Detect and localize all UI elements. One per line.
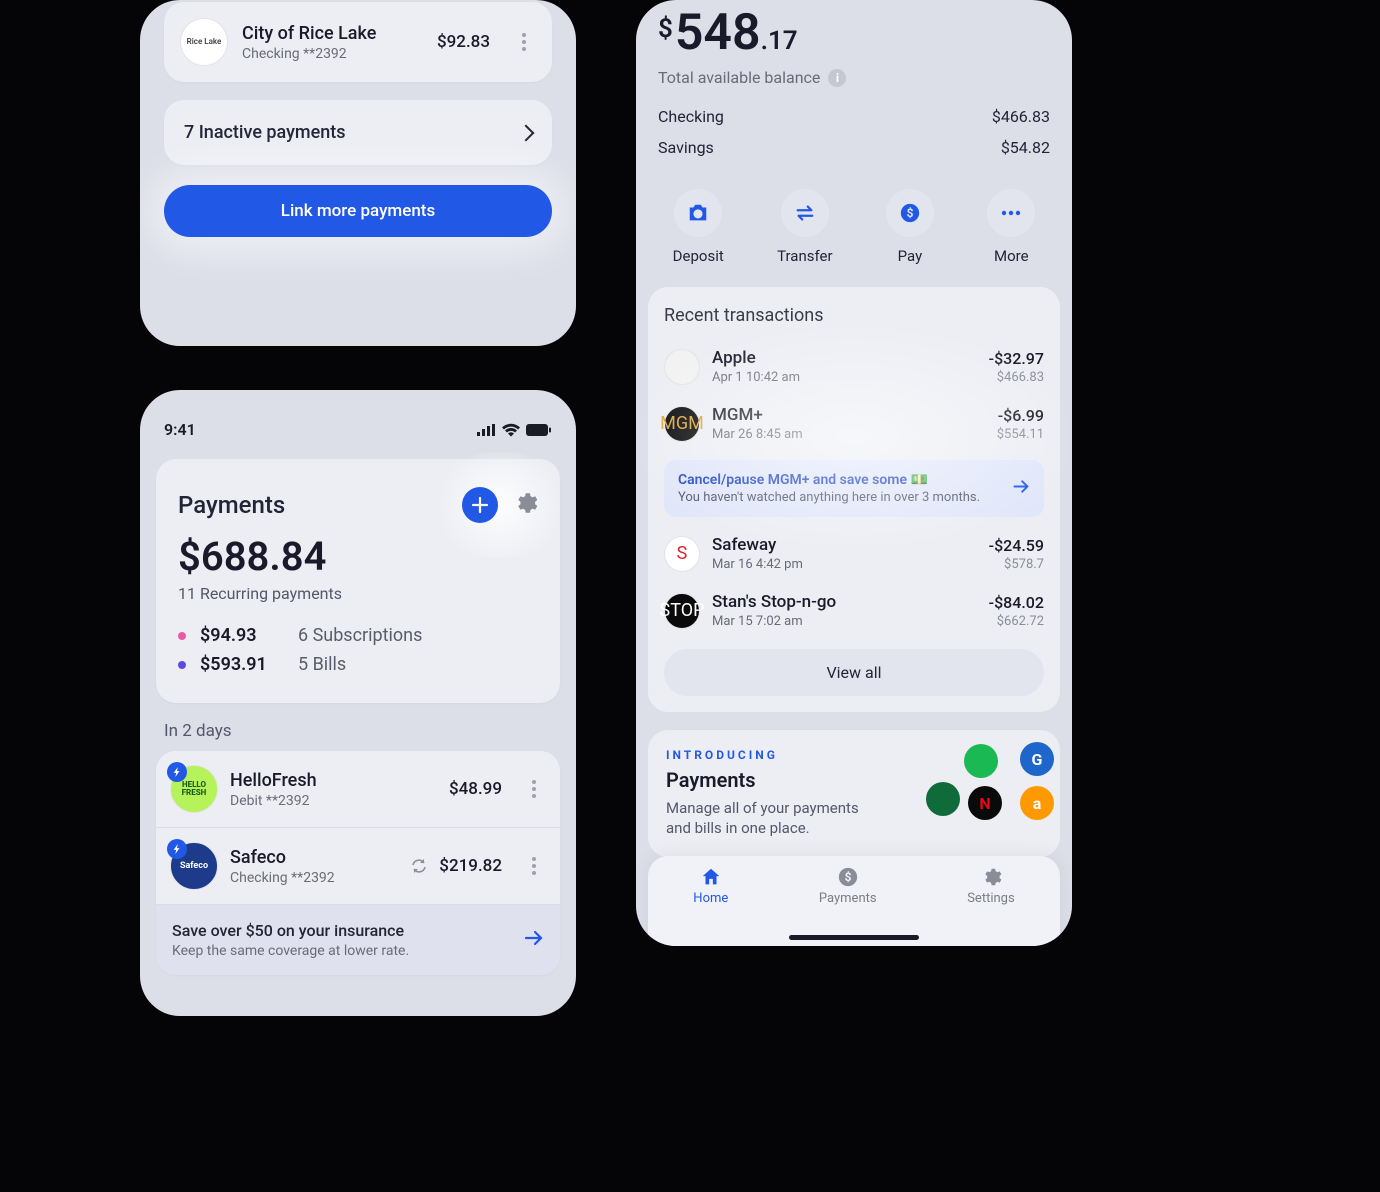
starbucks-icon: [926, 782, 960, 816]
more-icon[interactable]: [512, 33, 536, 51]
phone-payments-top: 9:41 Payments $688.84: [140, 390, 576, 1016]
tab-settings[interactable]: Settings: [967, 866, 1014, 906]
status-time: 9:41: [164, 420, 196, 439]
gear-icon: [512, 490, 538, 516]
spotify-icon: [964, 744, 998, 778]
geico-icon: G: [1020, 742, 1054, 776]
payment-row-hellofresh[interactable]: HELLO FRESH HelloFresh Debit **2392 $48.…: [156, 751, 560, 828]
payment-amount: $48.99: [449, 779, 502, 799]
merchant-sub: Checking **2392: [242, 46, 423, 62]
merchant-avatar: STOP: [664, 593, 700, 629]
inactive-payments-label: 7 Inactive payments: [184, 122, 346, 143]
quick-actions: Deposit Transfer $ Pay More: [636, 163, 1072, 287]
pay-icon: $: [837, 866, 859, 888]
breakdown-bills: $593.91 5 Bills: [178, 654, 538, 675]
bill-row-city-of-rice-lake[interactable]: Rice Lake City of Rice Lake Checking **2…: [164, 2, 552, 82]
payments-promo-card[interactable]: INTRODUCING Payments Manage all of your …: [648, 730, 1060, 857]
upcoming-payments-list: HELLO FRESH HelloFresh Debit **2392 $48.…: [156, 751, 560, 975]
settings-button[interactable]: [512, 490, 538, 520]
bill-amount: $92.83: [437, 32, 490, 52]
action-more[interactable]: More: [987, 189, 1035, 265]
tab-bar: Home $ Payments Settings: [648, 856, 1060, 946]
bolt-badge-icon: [167, 762, 187, 782]
merchant-avatar: HELLO FRESH: [170, 765, 218, 813]
dot-icon: [178, 632, 186, 640]
merchant-name: Safeco: [230, 847, 399, 868]
payment-row-safeco[interactable]: Safeco Safeco Checking **2392 $219.82: [156, 828, 560, 905]
promo-sub: Manage all of your payments and bills in…: [666, 798, 876, 839]
action-deposit[interactable]: Deposit: [673, 189, 724, 265]
recent-transactions-title: Recent transactions: [664, 305, 1044, 326]
add-payment-button[interactable]: [462, 487, 498, 523]
battery-icon: [526, 423, 552, 437]
recent-transactions-card: Recent transactions Apple Apr 1 10:42 am…: [648, 287, 1060, 712]
bolt-badge-icon: [167, 839, 187, 859]
merchant-name: City of Rice Lake: [242, 23, 423, 44]
insurance-suggestion-banner[interactable]: Save over $50 on your insurance Keep the…: [156, 905, 560, 975]
payment-amount: $219.82: [439, 856, 502, 876]
transaction-row-safeway[interactable]: S Safeway Mar 16 4:42 pm -$24.59 $578.7: [664, 525, 1044, 582]
home-icon: [700, 866, 722, 888]
suggestion-title: Cancel/pause MGM+ and save some 💵: [678, 472, 1001, 488]
mgm-suggestion-banner[interactable]: Cancel/pause MGM+ and save some 💵 You ha…: [664, 460, 1044, 517]
merchant-avatar: [664, 349, 700, 385]
more-icon: [987, 189, 1035, 237]
transaction-row-mgm[interactable]: MGM MGM+ Mar 26 8:45 am -$6.99 $554.11: [664, 395, 1044, 452]
account-savings[interactable]: Savings $54.82: [658, 132, 1050, 163]
action-transfer[interactable]: Transfer: [777, 189, 832, 265]
more-icon[interactable]: [522, 857, 546, 875]
netflix-icon: N: [968, 786, 1002, 820]
payments-total-sub: 11 Recurring payments: [170, 580, 546, 617]
plus-icon: [471, 496, 489, 514]
transaction-row-apple[interactable]: Apple Apr 1 10:42 am -$32.97 $466.83: [664, 338, 1044, 395]
dot-icon: [178, 661, 186, 669]
action-pay[interactable]: $ Pay: [886, 189, 934, 265]
section-in-2-days: In 2 days: [156, 703, 560, 751]
tab-home[interactable]: Home: [693, 866, 728, 906]
wifi-icon: [502, 423, 520, 437]
merchant-sub: Debit **2392: [230, 793, 437, 809]
arrow-right-icon: [522, 927, 544, 953]
merchant-name: HelloFresh: [230, 770, 437, 791]
total-balance: $ 548 .17: [658, 4, 1050, 62]
home-indicator: [789, 935, 919, 940]
payments-total: $688.84: [170, 533, 546, 580]
gear-icon: [980, 866, 1002, 888]
suggestion-title: Save over $50 on your insurance: [172, 921, 510, 940]
more-icon[interactable]: [522, 780, 546, 798]
camera-icon: [674, 189, 722, 237]
promo-brand-icons: G N a: [926, 738, 1046, 857]
chevron-right-icon: [518, 124, 535, 141]
status-bar: 9:41: [156, 402, 560, 447]
merchant-avatar: S: [664, 536, 700, 572]
account-checking[interactable]: Checking $466.83: [658, 101, 1050, 132]
tab-payments[interactable]: $ Payments: [819, 866, 877, 906]
phone-payments-bottom: Rice Lake City of Rice Lake Checking **2…: [140, 0, 576, 346]
merchant-sub: Checking **2392: [230, 870, 399, 886]
merchant-avatar: Rice Lake: [180, 18, 228, 66]
svg-text:$: $: [907, 206, 914, 220]
pay-icon: $: [886, 189, 934, 237]
info-icon[interactable]: i: [828, 69, 846, 87]
transfer-icon: [781, 189, 829, 237]
transaction-row-stans[interactable]: STOP Stan's Stop-n-go Mar 15 7:02 am -$8…: [664, 582, 1044, 639]
suggestion-sub: Keep the same coverage at lower rate.: [172, 943, 510, 959]
breakdown-subscriptions: $94.93 6 Subscriptions: [178, 625, 538, 646]
bill-card: Rice Lake City of Rice Lake Checking **2…: [164, 2, 552, 82]
phone-home: $ 548 .17 Total available balance i Chec…: [636, 0, 1072, 946]
merchant-avatar: Safeco: [170, 842, 218, 890]
page-title: Payments: [178, 491, 285, 519]
status-icons: [476, 423, 552, 437]
inactive-payments-button[interactable]: 7 Inactive payments: [164, 100, 552, 165]
suggestion-sub: You haven't watched anything here in ove…: [678, 490, 1001, 505]
amazon-icon: a: [1020, 786, 1054, 820]
arrow-right-icon: [1011, 477, 1030, 500]
cellular-icon: [476, 423, 496, 437]
merchant-avatar: MGM: [664, 406, 700, 442]
sync-icon: [411, 858, 427, 874]
link-more-payments-button[interactable]: Link more payments: [164, 185, 552, 237]
svg-text:$: $: [844, 870, 851, 884]
view-all-button[interactable]: View all: [664, 649, 1044, 696]
balance-label: Total available balance i: [658, 68, 1050, 87]
